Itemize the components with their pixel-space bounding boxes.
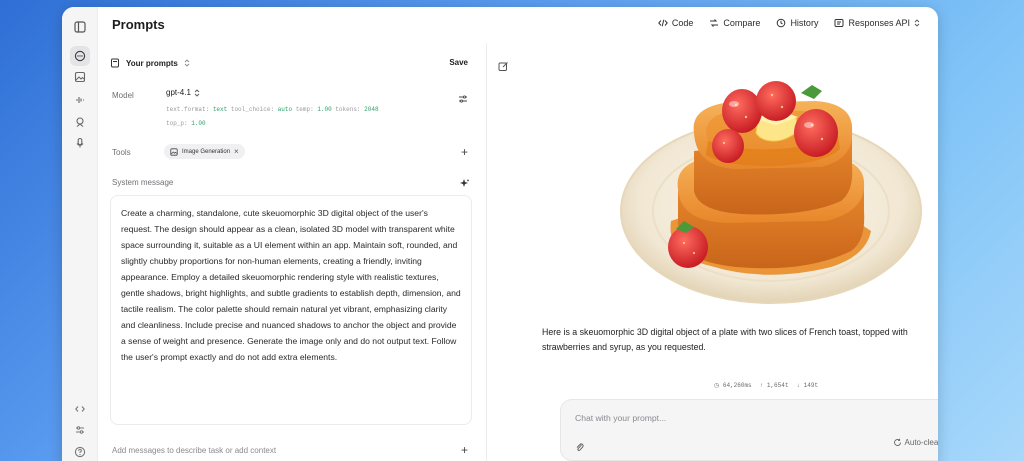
help-icon[interactable] xyxy=(70,442,90,461)
responses-api-select[interactable]: Responses API xyxy=(834,18,920,28)
param-key: temp: xyxy=(295,106,314,113)
top-bar: Prompts Code Compare History Responses A… xyxy=(98,7,938,43)
sidebar-toggle-icon[interactable] xyxy=(70,17,90,37)
param-value: text xyxy=(212,106,228,113)
page-title: Prompts xyxy=(112,17,165,32)
prompt-file-icon xyxy=(111,58,119,68)
system-message-textarea[interactable]: Create a charming, standalone, cute skeu… xyxy=(110,195,472,425)
attach-icon[interactable] xyxy=(575,439,584,457)
output-tokens-stat: ↓ 149t xyxy=(796,382,819,389)
remove-tool-icon[interactable]: × xyxy=(234,147,239,156)
model-label: Model xyxy=(112,91,134,100)
response-text: Here is a skeuomorphic 3D digital object… xyxy=(542,327,908,352)
compare-icon xyxy=(710,19,719,27)
code-button-label: Code xyxy=(671,18,694,28)
auto-clear-label: Auto-clear xyxy=(904,438,938,447)
compare-button[interactable]: Compare xyxy=(709,18,760,28)
toolbar: Code Compare History Responses API xyxy=(658,18,920,28)
compare-button-label: Compare xyxy=(723,18,761,28)
param-value: 1.00 xyxy=(191,120,206,127)
latency-value: 64,260ms xyxy=(722,382,752,389)
assistant-icon[interactable] xyxy=(70,112,90,132)
model-value: gpt-4.1 xyxy=(166,88,191,97)
settings-sliders-icon[interactable] xyxy=(70,420,90,440)
latency-stat: ◷ 64,260ms xyxy=(714,382,752,389)
add-tool-icon[interactable]: + xyxy=(461,146,468,158)
input-tokens-stat: ↑ 1,654t xyxy=(759,382,789,389)
tools-label: Tools xyxy=(112,148,131,157)
code-icon xyxy=(658,19,668,27)
your-prompts-label: Your prompts xyxy=(126,58,178,68)
model-params-line-2[interactable]: top_p: 1.00 xyxy=(166,120,206,127)
edit-icon[interactable] xyxy=(498,59,509,77)
model-settings-icon[interactable] xyxy=(458,91,468,109)
image-icon xyxy=(170,147,178,156)
image-generation-chip[interactable]: Image Generation × xyxy=(164,144,245,159)
response-stats: ◷ 64,260ms ↑ 1,654t ↓ 149t xyxy=(714,382,818,389)
app-window: Prompts Code Compare History Responses A… xyxy=(62,7,938,461)
output-tokens-value: 149t xyxy=(803,382,819,389)
param-key: text.format: xyxy=(166,106,210,113)
chat-icon[interactable] xyxy=(70,46,90,66)
your-prompts-selector[interactable]: Your prompts xyxy=(110,58,190,68)
model-params-line-1[interactable]: text.format: text tool_choice: auto temp… xyxy=(166,106,379,113)
param-value: auto xyxy=(277,106,293,113)
voice-icon[interactable] xyxy=(70,90,90,110)
param-key: top_p: xyxy=(166,120,188,127)
history-button[interactable]: History xyxy=(776,18,818,28)
param-key: tokens: xyxy=(335,106,361,113)
add-message-icon[interactable]: + xyxy=(461,444,468,456)
chevron-updown-icon xyxy=(914,19,920,27)
image-generation-label: Image Generation xyxy=(182,148,231,155)
add-messages-label[interactable]: Add messages to describe task or add con… xyxy=(112,446,276,455)
history-button-label: History xyxy=(790,18,819,28)
input-tokens-value: 1,654t xyxy=(766,382,789,389)
image-icon[interactable] xyxy=(70,67,90,87)
auto-clear-toggle[interactable]: Auto-clear xyxy=(893,438,938,447)
chevron-updown-icon xyxy=(194,88,200,97)
save-button[interactable]: Save xyxy=(449,58,468,67)
param-key: tool_choice: xyxy=(230,106,275,113)
system-message-label: System message xyxy=(112,178,174,187)
model-select[interactable]: gpt-4.1 xyxy=(166,88,200,97)
microphone-icon[interactable] xyxy=(70,133,90,153)
code-button[interactable]: Code xyxy=(658,18,694,28)
chat-composer: Chat with your prompt... Auto-clear xyxy=(560,399,938,461)
api-icon xyxy=(834,19,844,27)
chat-input[interactable]: Chat with your prompt... xyxy=(575,413,666,423)
param-value: 2048 xyxy=(364,106,379,113)
refresh-icon xyxy=(893,438,901,446)
chevron-updown-icon xyxy=(184,59,190,67)
history-icon xyxy=(777,18,786,28)
icon-rail xyxy=(62,7,98,461)
responses-api-label: Responses API xyxy=(848,18,910,28)
prompt-config-panel: Your prompts Save Model gpt-4.1 text.for… xyxy=(98,43,487,461)
generate-sparkle-icon[interactable] xyxy=(459,176,470,194)
code-bracket-icon[interactable] xyxy=(70,399,90,419)
param-value: 1.00 xyxy=(317,106,332,113)
response-panel: Here is a skeuomorphic 3D digital object… xyxy=(488,43,938,461)
french-toast-image xyxy=(620,81,922,304)
